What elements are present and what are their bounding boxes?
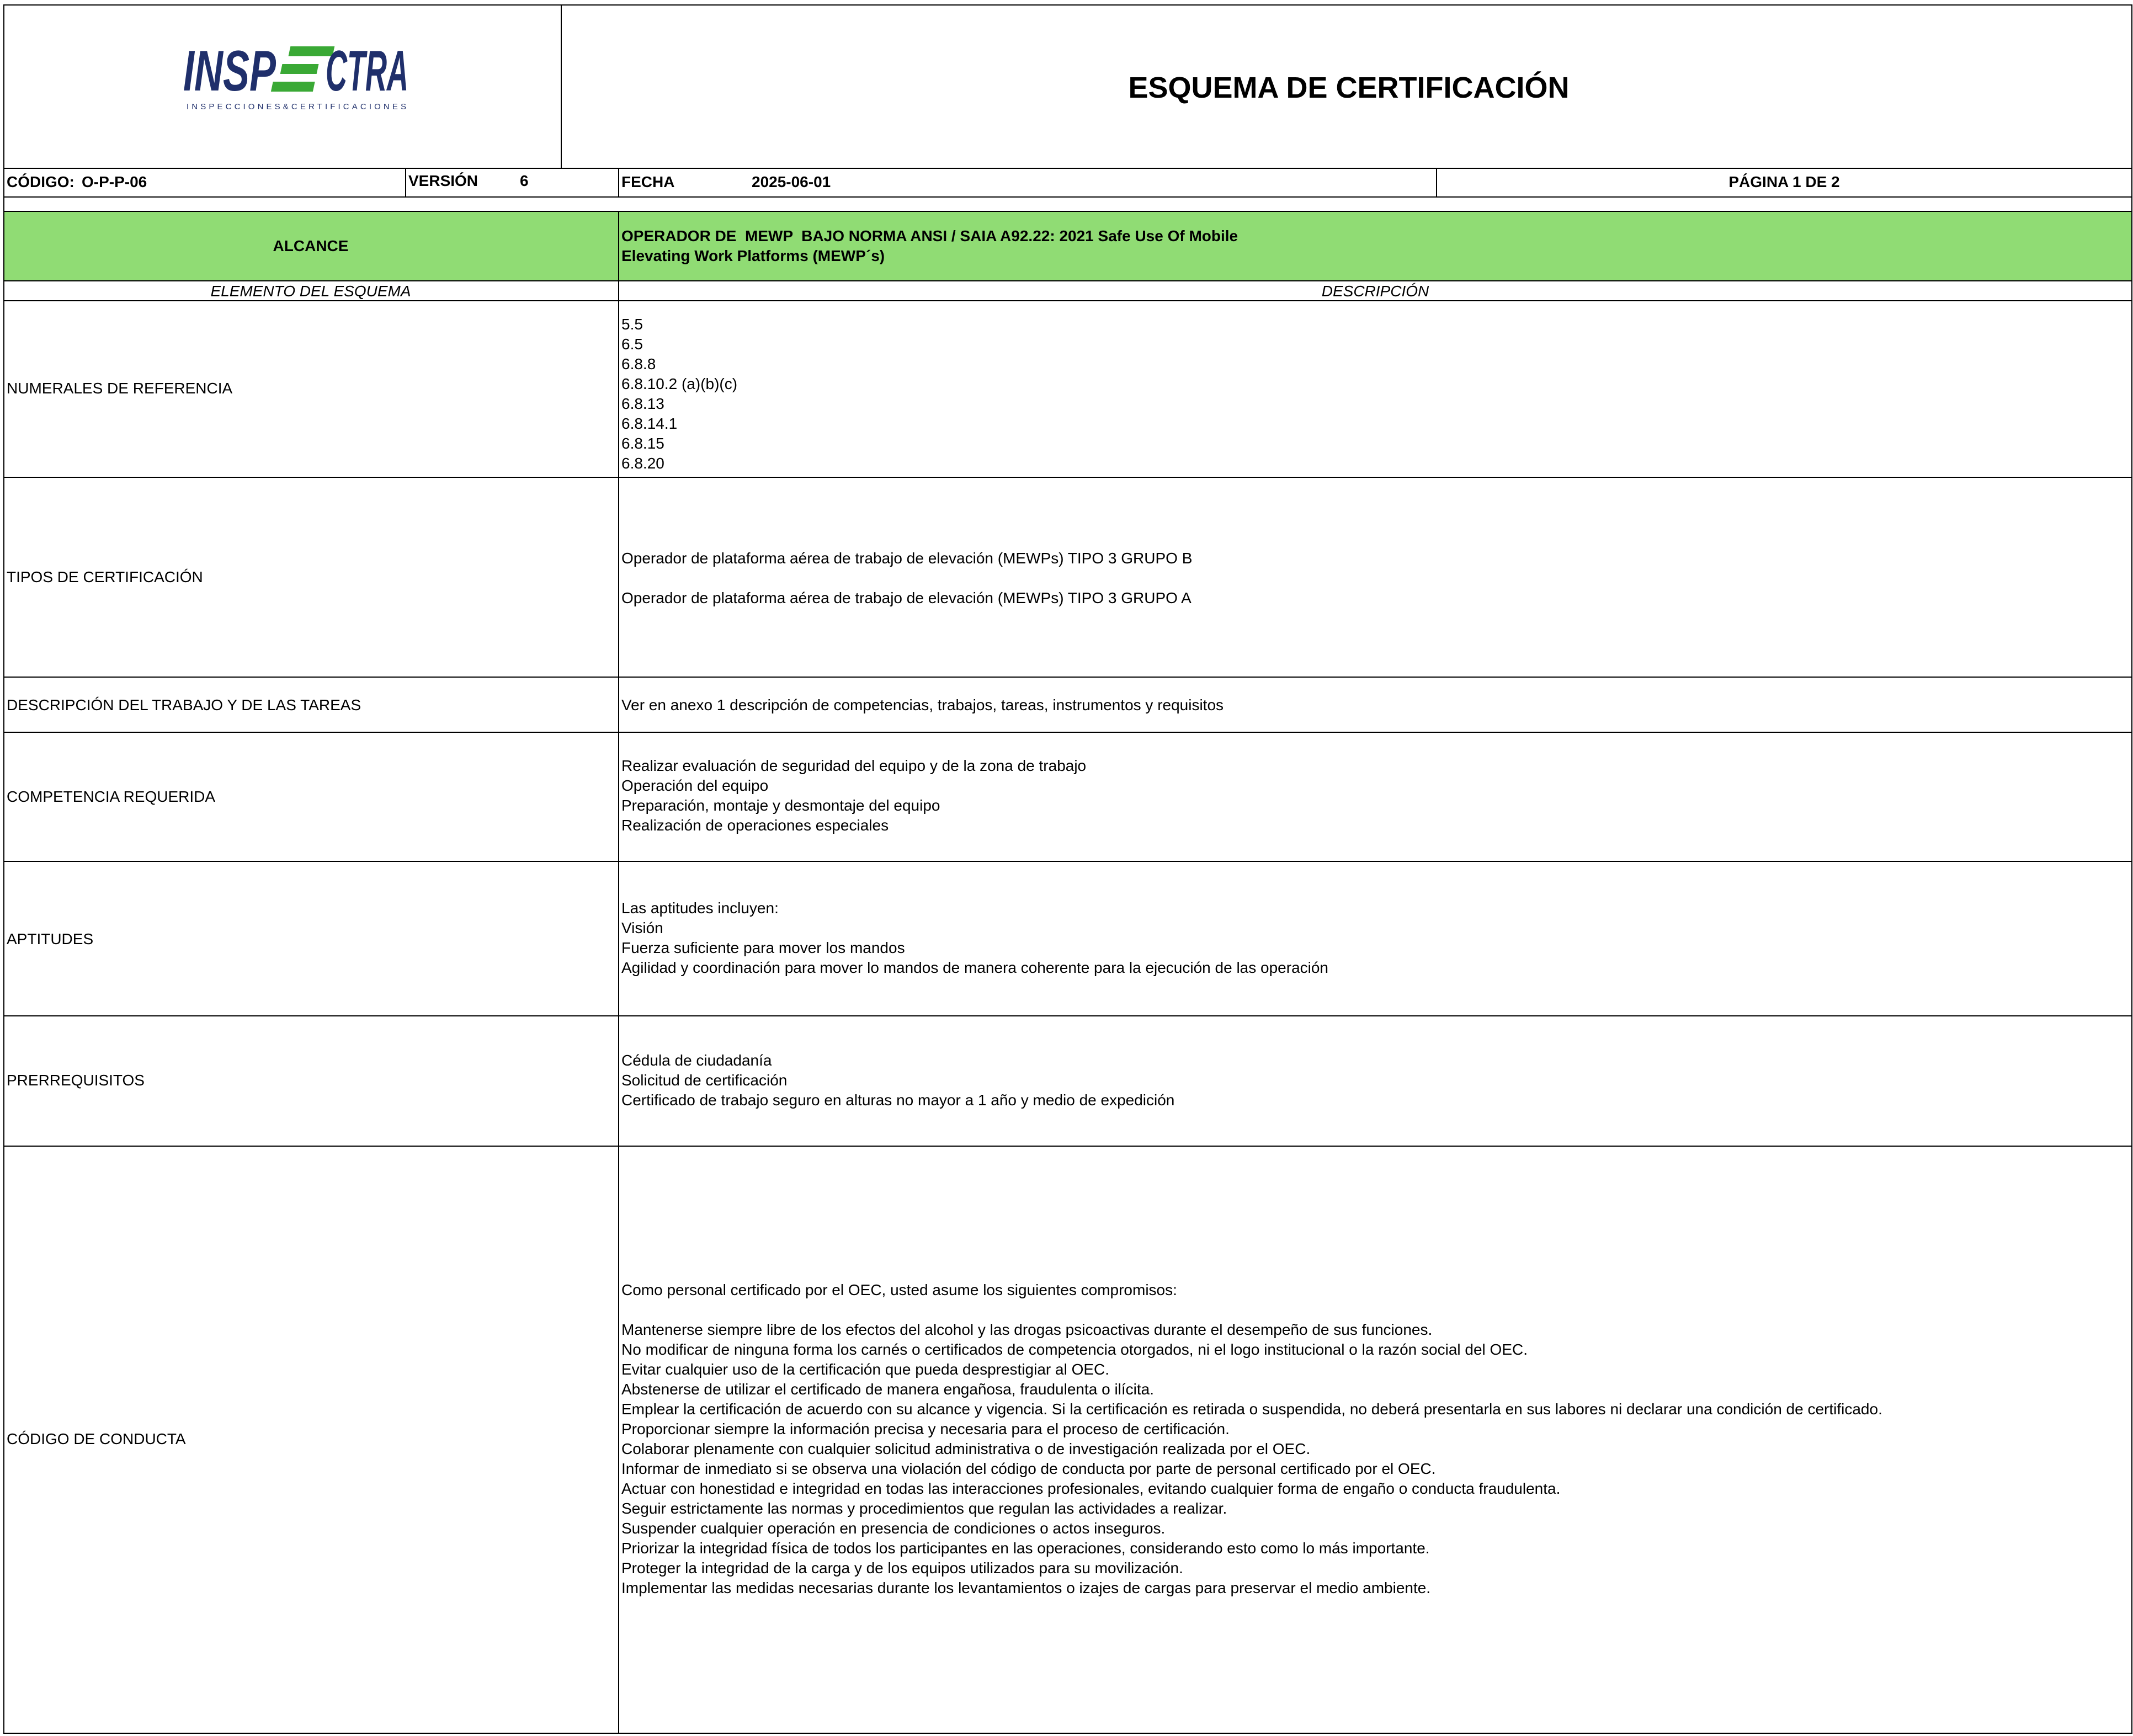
list-item: Solicitud de certificación <box>621 1072 788 1089</box>
version-label: VERSIÓN <box>408 172 478 189</box>
alcance-line-2: Elevating Work Platforms (MEWP´s) <box>621 247 885 264</box>
row-label-aptitudes: APTITUDES <box>7 930 94 947</box>
list-item: Mantenerse siempre libre de los efectos … <box>621 1321 1433 1338</box>
svg-text:CTRA: CTRA <box>326 42 408 103</box>
list-item: Realizar evaluación de seguridad del equ… <box>621 757 1087 774</box>
row-label-conducta: CÓDIGO DE CONDUCTA <box>7 1430 186 1447</box>
list-item: Preparación, montaje y desmontaje del eq… <box>621 797 940 814</box>
list-item: 6.8.8 <box>621 355 656 372</box>
list-item: 5.5 <box>621 316 643 333</box>
list-item: Certificado de trabajo seguro en alturas… <box>621 1091 1175 1109</box>
list-item: Actuar con honestidad e integridad en to… <box>621 1480 1561 1497</box>
list-item: Proteger la integridad de la carga y de … <box>621 1559 1183 1577</box>
row-label-numerales: NUMERALES DE REFERENCIA <box>7 380 233 397</box>
tipo-item-1: Operador de plataforma aérea de trabajo … <box>621 550 1193 567</box>
codigo-label: CÓDIGO: <box>7 173 75 190</box>
version-value: 6 <box>520 172 529 189</box>
list-item: Las aptitudes incluyen: <box>621 899 779 917</box>
list-item: Emplear la certificación de acuerdo con … <box>621 1400 1882 1418</box>
list-item: 6.8.13 <box>621 395 664 412</box>
list-item: Evitar cualquier uso de la certificación… <box>621 1361 1110 1378</box>
tipo-item-2: Operador de plataforma aérea de trabajo … <box>621 589 1191 606</box>
prerrequisitos-list: Cédula de ciudadanía Solicitud de certif… <box>621 1051 1174 1110</box>
fecha-label: FECHA <box>621 173 675 190</box>
list-item: 6.8.14.1 <box>621 415 678 432</box>
alcance-label: ALCANCE <box>273 237 349 254</box>
numerales-list: 5.5 6.5 6.8.8 6.8.10.2 (a)(b)(c) 6.8.13 … <box>621 315 737 473</box>
company-logo: INSP CTRA INSPECCIONES&CERTIFICACIONES <box>183 39 409 119</box>
list-item: Priorizar la integridad física de todos … <box>621 1540 1430 1557</box>
list-item: Realización de operaciones especiales <box>621 817 889 834</box>
list-item: 6.8.20 <box>621 455 664 472</box>
alcance-line-1: OPERADOR DE MEWP BAJO NORMA ANSI / SAIA … <box>621 227 1238 244</box>
column-header-descripcion: DESCRIPCIÓN <box>1321 283 1429 300</box>
fecha-value: 2025-06-01 <box>752 173 831 190</box>
row-label-competencia: COMPETENCIA REQUERIDA <box>7 788 216 805</box>
svg-text:INSP: INSP <box>183 42 276 103</box>
list-item: Seguir estrictamente las normas y proced… <box>621 1500 1227 1517</box>
list-item: Proporcionar siempre la información prec… <box>621 1420 1230 1437</box>
row-label-descripcion: DESCRIPCIÓN DEL TRABAJO Y DE LAS TAREAS <box>7 696 361 713</box>
list-item: Implementar las medidas necesarias duran… <box>621 1579 1431 1596</box>
list-item: No modificar de ninguna forma los carnés… <box>621 1341 1528 1358</box>
list-item: Cédula de ciudadanía <box>621 1052 772 1069</box>
row-label-prerrequisitos: PRERREQUISITOS <box>7 1072 145 1089</box>
list-item: 6.8.10.2 (a)(b)(c) <box>621 375 738 392</box>
list-item: 6.8.15 <box>621 435 664 452</box>
inspectra-logo-icon: INSP CTRA INSPECCIONES&CERTIFICACIONES <box>183 39 408 111</box>
list-item: Operación del equipo <box>621 777 769 794</box>
list-item: Abstenerse de utilizar el certificado de… <box>621 1381 1155 1398</box>
list-item: Fuerza suficiente para mover los mandos <box>621 939 905 956</box>
list-item: Colaborar plenamente con cualquier solic… <box>621 1440 1311 1457</box>
conducta-intro: Como personal certificado por el OEC, us… <box>621 1281 1177 1298</box>
list-item: Informar de inmediato si se observa una … <box>621 1460 1436 1477</box>
list-item: Suspender cualquier operación en presenc… <box>621 1520 1166 1537</box>
conducta-list: Mantenerse siempre libre de los efectos … <box>621 1320 1882 1598</box>
list-item: Visión <box>621 919 663 936</box>
descripcion-text: Ver en anexo 1 descripción de competenci… <box>621 696 1224 713</box>
list-item: Agilidad y coordinación para mover lo ma… <box>621 959 1328 976</box>
document-sheet: INSP CTRA INSPECCIONES&CERTIFICACIONES E… <box>3 4 2132 1734</box>
column-header-elemento: ELEMENTO DEL ESQUEMA <box>210 283 411 300</box>
competencia-list: Realizar evaluación de seguridad del equ… <box>621 756 1086 835</box>
page-title: ESQUEMA DE CERTIFICACIÓN <box>1128 71 1570 104</box>
row-label-tipos: TIPOS DE CERTIFICACIÓN <box>7 568 203 585</box>
list-item: 6.5 <box>621 336 643 353</box>
aptitudes-list: Las aptitudes incluyen: Visión Fuerza su… <box>621 898 1328 978</box>
pagina-label: PÁGINA 1 DE 2 <box>1728 173 1840 190</box>
logo-tagline: INSPECCIONES&CERTIFICACIONES <box>187 102 406 111</box>
codigo-value: O-P-P-06 <box>82 173 147 190</box>
